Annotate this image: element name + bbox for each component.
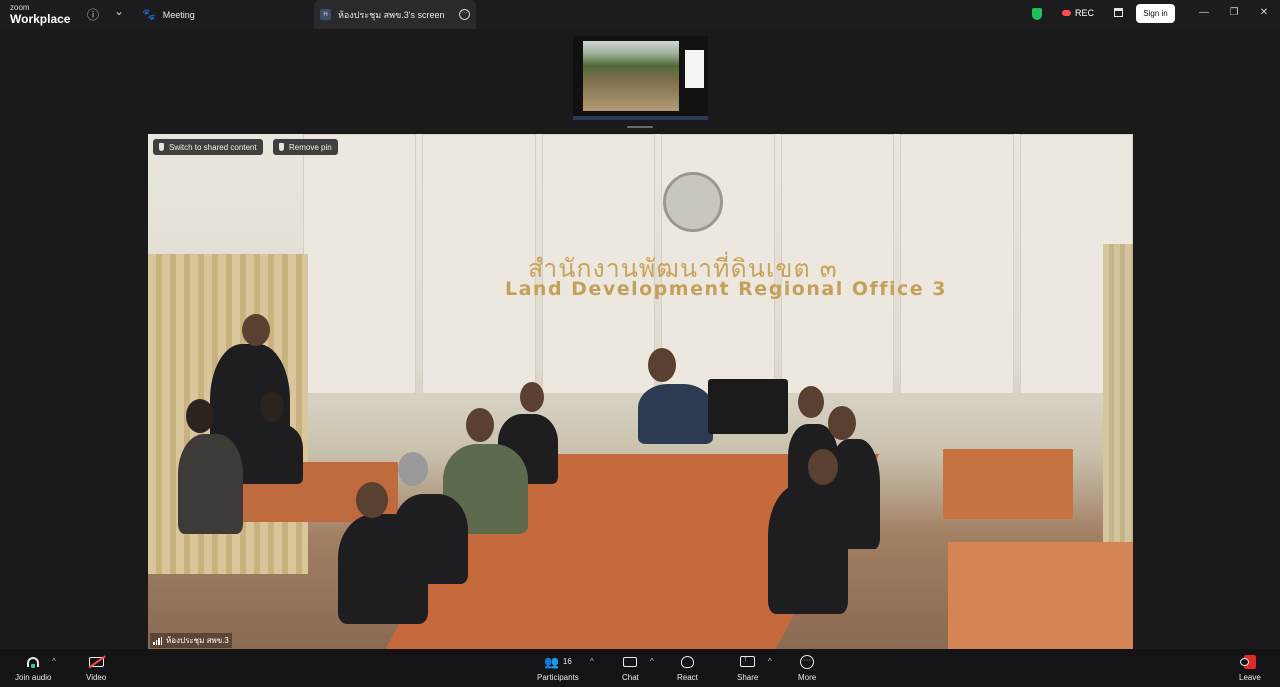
info-icon[interactable]: ⓘ [87,6,99,23]
share-label: Share [737,673,759,682]
office-emblem [663,172,723,232]
video-label: Video [86,673,107,682]
wall-sign-english: Land Development Regional Office 3 [505,278,948,300]
zoom-logo: zoom Workplace [10,3,71,26]
headphones-icon [27,656,40,668]
participant-person [338,514,428,624]
remove-pin-button[interactable]: Remove pin [273,139,338,155]
leave-label: Leave [1239,673,1261,682]
share-caret-icon[interactable]: ^ [768,657,772,666]
chat-icon [623,656,638,667]
meeting-toolbar: Join audio ^ Video 👥 16 Participants ^ C… [0,649,1280,687]
participant-head [356,482,388,518]
tab-meeting-label: Meeting [162,9,195,20]
thumbnail-scene-image [583,41,679,111]
calendar-icon[interactable] [1114,8,1123,17]
participant-head [520,382,544,412]
share-screen-icon [740,653,756,667]
participant-person [638,384,713,444]
more-label: More [798,673,817,682]
participant-head [798,386,824,418]
chat-caret-icon[interactable]: ^ [650,657,654,666]
participant-head [186,399,214,433]
paw-icon: 🐾 [142,9,156,21]
shared-content-thumbnail[interactable] [573,36,708,120]
close-icon[interactable]: ✕ [1257,7,1271,18]
participant-person [248,424,303,484]
participant-head [828,406,856,440]
chevron-down-icon[interactable]: ⌄ [114,4,124,18]
signal-strength-icon [153,636,162,645]
wall-panel [422,134,536,394]
screen-badge: H [320,9,331,20]
title-bar: zoom Workplace ⓘ ⌄ 🐾 Meeting H ห้องประชุ… [0,0,1280,29]
right-table [948,542,1133,649]
participants-icon: 👥 [543,654,559,669]
thumbnail-drag-handle[interactable] [627,126,653,128]
tab-screen-label: ห้องประชุม สพข.3's screen [338,9,445,20]
monitor [708,379,788,434]
participant-head [260,392,284,422]
join-audio-label: Join audio [15,673,52,682]
rec-label: REC [1075,8,1095,18]
participant-head [242,314,270,346]
switch-label: Switch to shared content [169,142,257,152]
participant-name: ห้องประชุม สพข.3 [166,636,229,645]
heart-icon [680,655,694,668]
pinned-video[interactable]: สำนักงานพัฒนาที่ดินเขต ๓ Land Developmen… [148,134,1133,649]
switch-icon [159,143,164,151]
wall-panel [303,134,417,394]
chat-label: Chat [622,673,639,682]
participant-head [808,449,838,485]
remove-pin-label: Remove pin [289,142,332,152]
video-button[interactable]: Video [86,653,106,682]
thumbnail-side-pane [685,50,704,88]
more-options-icon[interactable]: ··· [459,9,470,20]
cloud-record-icon [1062,10,1071,16]
participants-label: Participants [537,673,579,682]
participant-head [648,348,676,382]
minimize-icon[interactable]: — [1197,7,1211,18]
more-button[interactable]: ··· More [798,653,816,682]
logo-big-text: Workplace [10,12,71,26]
participant-head [398,452,428,486]
more-icon: ··· [800,654,815,669]
wall-panel [900,134,1014,394]
rec-indicator[interactable]: REC [1062,8,1094,18]
tab-meeting[interactable]: 🐾 Meeting [142,0,195,29]
restore-icon[interactable]: ❐ [1227,7,1241,18]
participant-name-tag: ห้องประชุม สพข.3 [150,633,232,648]
audio-options-caret-icon[interactable]: ^ [52,657,56,666]
logo-small-text: zoom [10,3,30,12]
share-button[interactable]: Share [737,653,758,682]
chat-button[interactable]: Chat [622,653,639,682]
react-label: React [677,673,698,682]
video-off-icon [88,656,104,667]
sign-in-button[interactable]: Sign in [1136,4,1175,23]
switch-to-shared-content-button[interactable]: Switch to shared content [153,139,263,155]
react-button[interactable]: React [677,653,698,682]
participants-caret-icon[interactable]: ^ [590,657,594,666]
thumbnail-taskbar [573,116,708,120]
participants-count: 16 [562,657,572,666]
leave-button[interactable]: Leave [1239,653,1261,682]
pin-icon [279,143,284,151]
leave-icon [1239,654,1256,669]
tab-shared-screen[interactable]: H ห้องประชุม สพข.3's screen ··· [314,0,476,29]
participant-person [768,484,848,614]
participant-person [178,434,243,534]
shield-icon[interactable] [1032,8,1042,20]
participants-button[interactable]: 👥 16 Participants [537,653,579,683]
participant-head [466,408,494,442]
curtain-right [1103,244,1133,574]
right-table [943,449,1073,519]
join-audio-button[interactable]: Join audio [15,653,51,682]
